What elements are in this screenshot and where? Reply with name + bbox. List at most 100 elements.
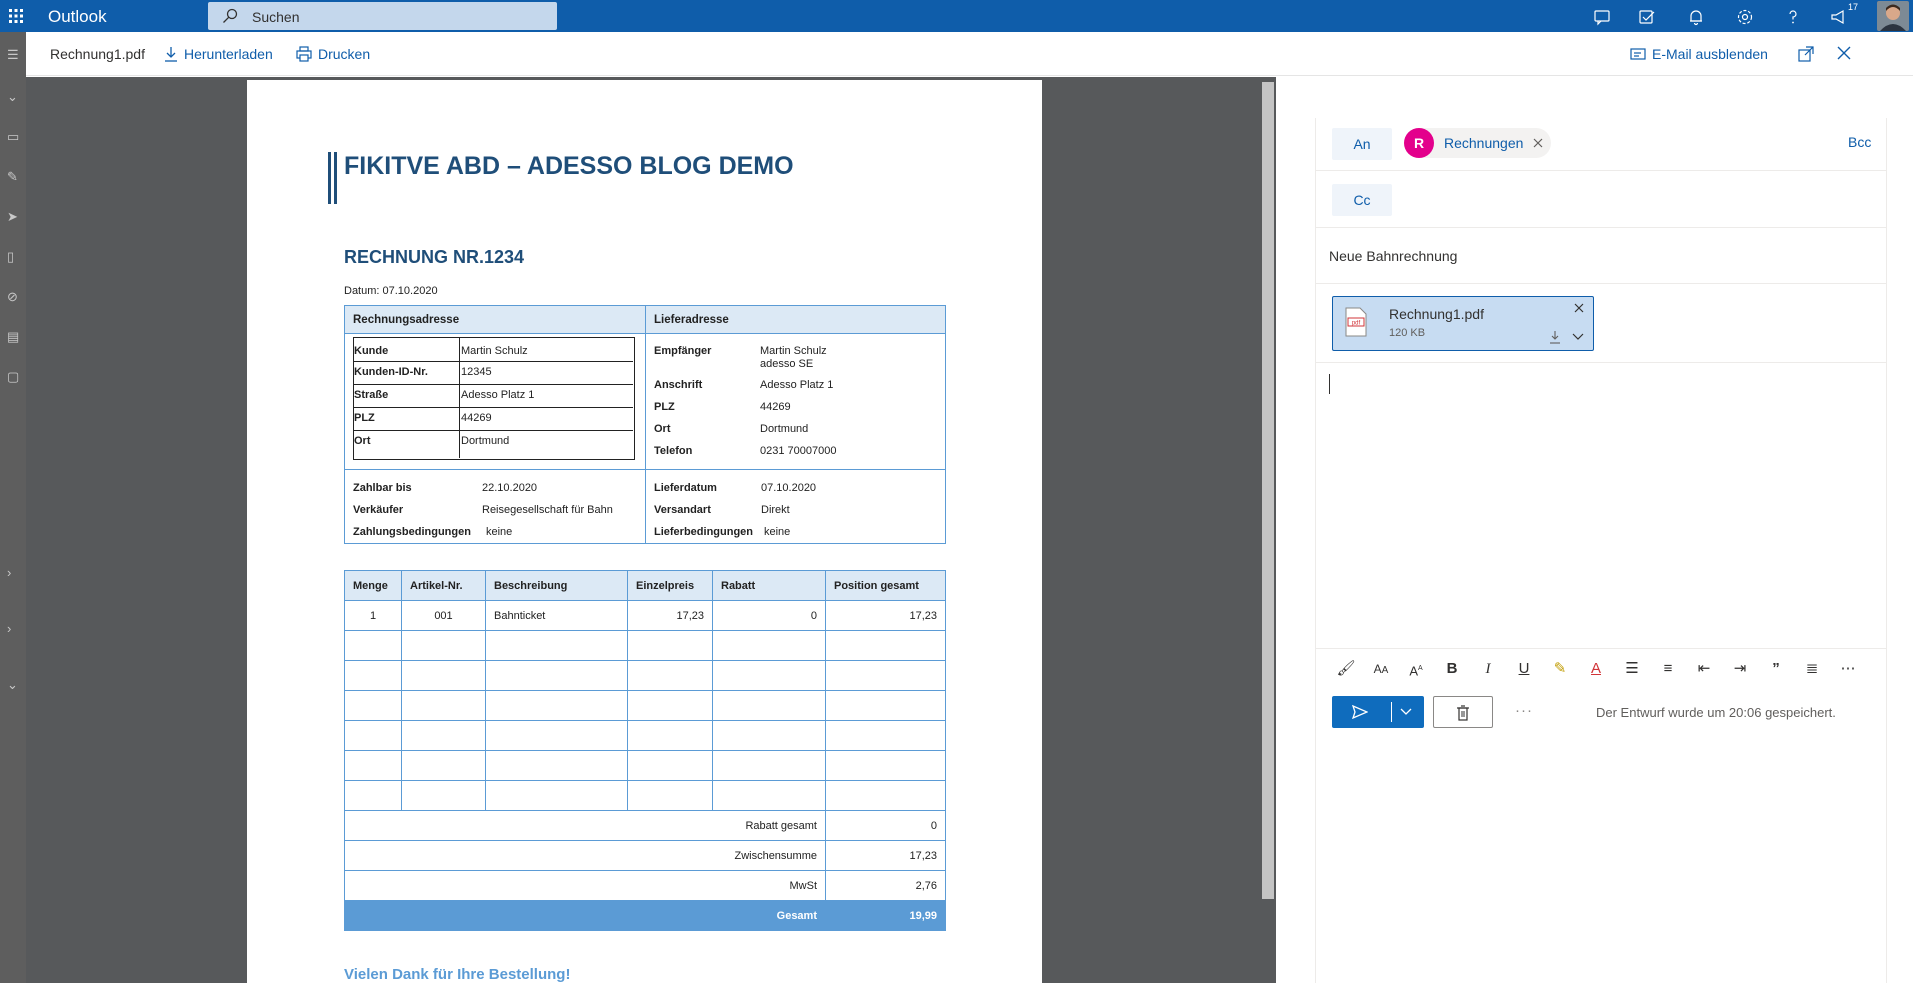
hamburger-icon[interactable]: ☰ (7, 48, 21, 62)
user-avatar[interactable] (1877, 1, 1909, 31)
notification-badge: 17 (1848, 2, 1859, 12)
column-header: Rabatt (712, 570, 826, 601)
highlight-icon[interactable]: ✎ (1550, 659, 1570, 679)
more-options-icon[interactable]: ⋯ (1838, 659, 1858, 679)
search-input[interactable]: Suchen (208, 2, 557, 30)
gear-icon[interactable] (1736, 8, 1754, 26)
terms-label: Zahlungsbedingungen (353, 526, 471, 538)
bell-icon[interactable] (1687, 8, 1705, 26)
recipient-name: Rechnungen (1444, 135, 1524, 151)
block-icon[interactable]: ⊘ (7, 290, 21, 304)
chevron-down-icon[interactable]: ⌄ (7, 90, 21, 104)
billing-value: Adesso Platz 1 (461, 389, 535, 401)
bold-icon[interactable]: B (1442, 659, 1462, 679)
help-icon[interactable] (1784, 8, 1802, 26)
table-row (344, 660, 946, 691)
remove-attachment-icon[interactable] (1574, 303, 1584, 313)
font-size-icon[interactable]: AA (1406, 659, 1426, 679)
table-row: 1 001 Bahnticket 17,23 0 17,23 (344, 600, 946, 631)
attachment-card[interactable]: pdf Rechnung1.pdf 120 KB (1332, 296, 1594, 351)
terms-value: Direkt (761, 504, 790, 516)
chevron-down-icon[interactable] (1572, 333, 1584, 341)
items-table: Menge Artikel-Nr. Beschreibung Einzelpre… (344, 570, 946, 931)
print-button[interactable]: Drucken (296, 46, 370, 62)
billing-label: Ort (354, 435, 371, 447)
archive-icon[interactable]: ▤ (7, 330, 21, 344)
teams-chat-icon[interactable] (1593, 8, 1611, 26)
viewer-toolbar: Rechnung1.pdf Herunterladen Drucken E-Ma… (26, 32, 1913, 76)
terms-value: keine (486, 526, 513, 538)
delivery-label: Ort (654, 423, 671, 435)
cc-button[interactable]: Cc (1332, 184, 1392, 216)
chevron-down-icon[interactable]: ⌄ (7, 678, 21, 692)
pencil-icon[interactable]: ✎ (7, 170, 21, 184)
recipient-avatar: R (1404, 128, 1434, 158)
app-name[interactable]: Outlook (48, 7, 107, 27)
trash-icon (1457, 705, 1469, 721)
formatting-toolbar: 🖌︎ AA AA B I U ✎ A ☰ ≡ ⇤ ⇥ ” ≣ ⋯ (1316, 648, 1886, 688)
inbox-icon[interactable]: ▭ (7, 130, 21, 144)
invoice-number: RECHNUNG NR.1234 (344, 247, 525, 267)
todo-icon[interactable] (1638, 8, 1656, 26)
align-icon[interactable]: ≣ (1802, 659, 1822, 679)
table-cell: 17,23 (825, 600, 946, 631)
terms-label: Lieferbedingungen (654, 526, 753, 538)
delivery-label: Empfänger (654, 345, 712, 357)
remove-recipient-icon[interactable] (1533, 138, 1543, 148)
trash-icon[interactable]: ▯ (7, 250, 21, 264)
totals-label: Rabatt gesamt (344, 810, 826, 841)
terms-label: Versandart (654, 504, 711, 516)
send-icon[interactable]: ➤ (7, 210, 21, 224)
bullets-icon[interactable]: ☰ (1622, 659, 1642, 679)
download-icon[interactable] (1549, 330, 1561, 344)
chevron-down-icon[interactable] (1400, 708, 1412, 716)
chevron-right-icon[interactable]: › (7, 566, 21, 580)
to-button[interactable]: An (1332, 128, 1392, 160)
items-header-row: Menge Artikel-Nr. Beschreibung Einzelpre… (344, 570, 946, 601)
terms-label: Lieferdatum (654, 482, 717, 494)
decrease-indent-icon[interactable]: ⇤ (1694, 659, 1714, 679)
close-icon[interactable] (1837, 46, 1851, 60)
address-box: Rechnungsadresse Lieferadresse Kunde Mar… (344, 305, 946, 544)
delivery-value: 0231 70007000 (760, 445, 837, 457)
column-header: Position gesamt (825, 570, 946, 601)
table-row (344, 690, 946, 721)
send-button[interactable] (1332, 696, 1424, 728)
billing-label: PLZ (354, 412, 375, 424)
grand-total-value: 19,99 (825, 900, 946, 931)
format-painter-icon[interactable]: 🖌︎ (1336, 659, 1356, 679)
increase-indent-icon[interactable]: ⇥ (1730, 659, 1750, 679)
printer-icon (296, 46, 312, 62)
underline-icon[interactable]: U (1514, 659, 1534, 679)
download-button[interactable]: Herunterladen (164, 46, 273, 62)
italic-icon[interactable]: I (1478, 659, 1498, 679)
draft-saved-status: Der Entwurf wurde um 20:06 gespeichert. (1596, 705, 1836, 720)
terms-value: 07.10.2020 (761, 482, 817, 494)
font-color-icon[interactable]: A (1586, 659, 1606, 679)
terms-value: 22.10.2020 (482, 482, 538, 494)
column-header: Artikel-Nr. (401, 570, 486, 601)
note-icon[interactable]: ▢ (7, 370, 21, 384)
pdf-preview-area[interactable]: FIKITVE ABD – ADESSO BLOG DEMO RECHNUNG … (26, 77, 1276, 983)
popout-icon[interactable] (1798, 46, 1814, 62)
billing-label: Kunde (354, 345, 389, 357)
billing-label: Kunden-ID-Nr. (354, 366, 428, 378)
table-row (344, 630, 946, 661)
totals-value: 17,23 (825, 840, 946, 871)
discard-button[interactable] (1433, 696, 1493, 728)
chevron-right-icon[interactable]: › (7, 622, 21, 636)
bcc-button[interactable]: Bcc (1848, 134, 1871, 150)
megaphone-icon[interactable] (1830, 8, 1848, 26)
more-actions-icon[interactable]: ··· (1515, 702, 1533, 719)
subject-field[interactable]: Neue Bahnrechnung (1329, 248, 1457, 264)
hide-email-button[interactable]: E-Mail ausblenden (1630, 46, 1768, 62)
recipient-chip[interactable]: R Rechnungen (1404, 128, 1552, 158)
quote-icon[interactable]: ” (1766, 659, 1786, 679)
font-icon[interactable]: AA (1371, 659, 1391, 679)
app-launcher-icon[interactable] (8, 8, 24, 24)
billing-label: Straße (354, 389, 389, 401)
numbering-icon[interactable]: ≡ (1658, 659, 1678, 679)
grand-total-row: Gesamt 19,99 (344, 900, 946, 931)
left-navigation-rail: ☰ ⌄ ▭ ✎ ➤ ▯ ⊘ ▤ ▢ › › ⌄ (0, 32, 26, 983)
pdf-scrollbar[interactable] (1262, 82, 1274, 899)
